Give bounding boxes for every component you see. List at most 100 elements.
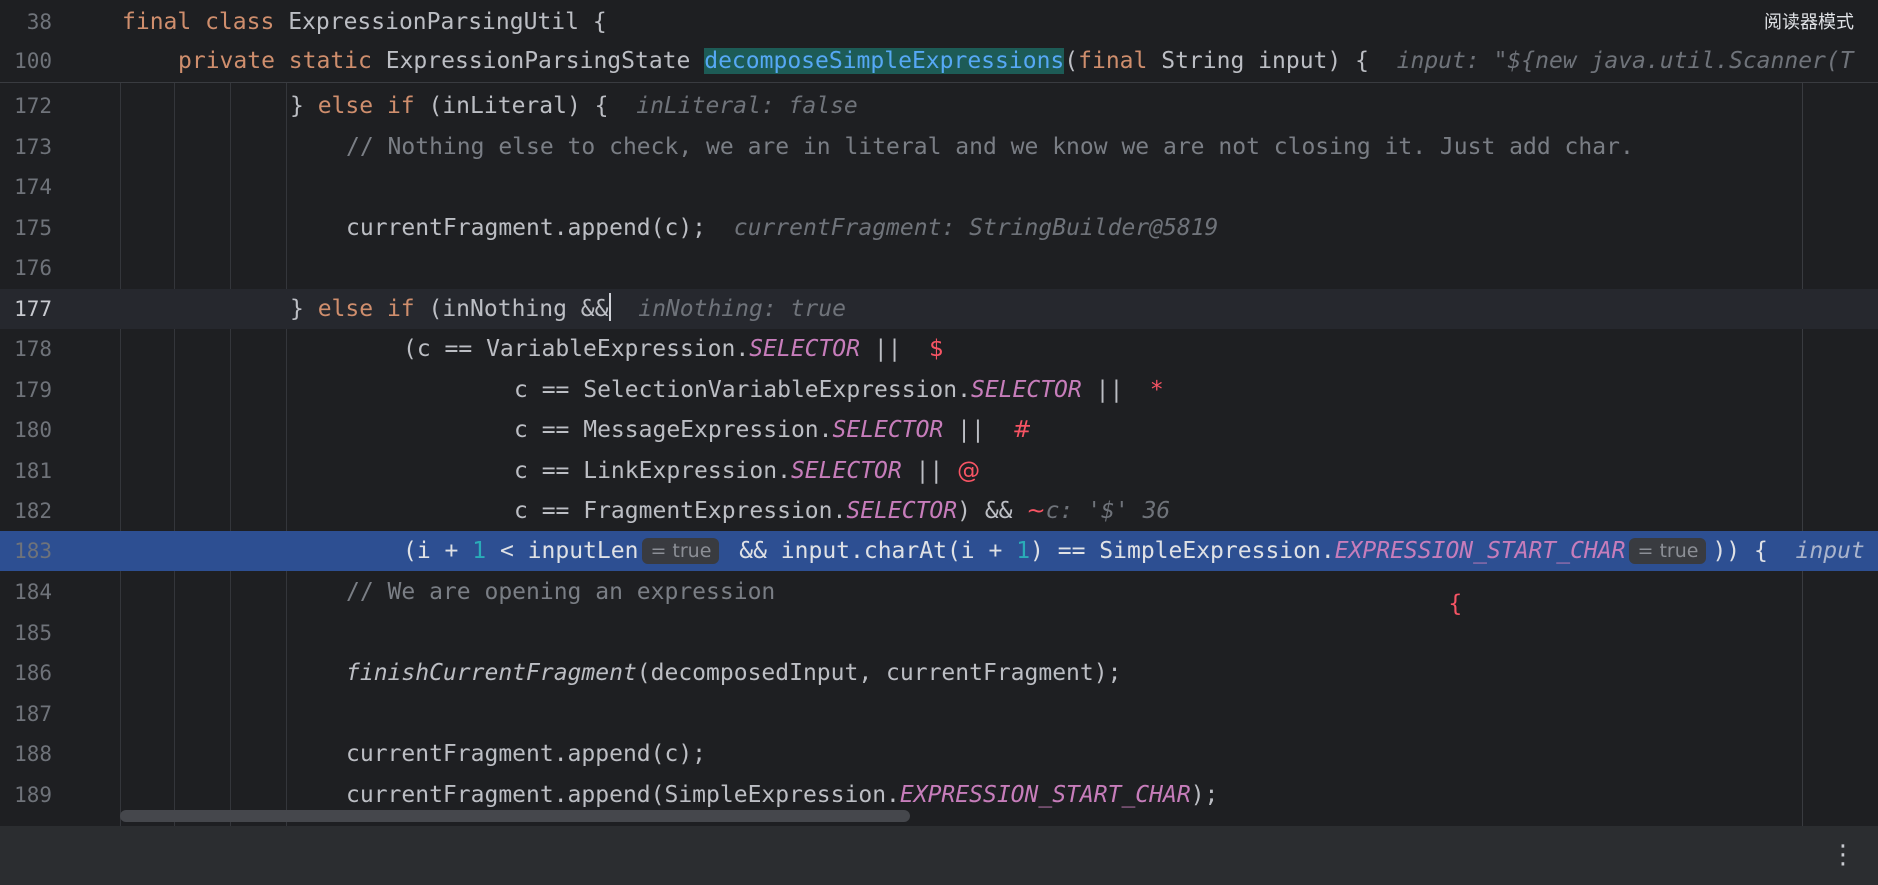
brace: )) { (1712, 538, 1768, 564)
line-number: 186 (14, 661, 52, 685)
line-number: 180 (14, 418, 52, 442)
line-number: 178 (14, 337, 52, 361)
operator: || (943, 417, 985, 443)
code-line-183-execution-point[interactable]: 183 (i + 1 < inputLen = true && input.cha… (0, 531, 1878, 571)
sticky-lines-header: 38 final class ExpressionParsingUtil { 1… (0, 0, 1878, 83)
line-number: 175 (14, 216, 52, 240)
code-line-173[interactable]: 173 // Nothing else to check, we are in … (0, 127, 1878, 167)
evaluated-value-chip: = true (1629, 538, 1707, 564)
code-line-177-current[interactable]: 177 } else if (inNothing && inNothing: t… (0, 289, 1878, 329)
line-number: 181 (14, 459, 52, 483)
expression: c == FragmentExpression. (514, 498, 847, 524)
inline-debug-value: currentFragment: StringBuilder@5819 (733, 215, 1219, 241)
code-line-181[interactable]: 181 c == LinkExpression.SELECTOR || @ (0, 451, 1878, 491)
code-line-188[interactable]: 188 currentFragment.append(c); (0, 734, 1878, 774)
inline-debug-value: input: "${new java.util.Scanner(T (1396, 48, 1854, 74)
expression: && input.charAt(i + (725, 538, 1017, 564)
line-number: 176 (14, 256, 52, 280)
line-number: 183 (14, 539, 52, 563)
expression: < inputLen (486, 538, 639, 564)
line-number: 187 (14, 702, 52, 726)
code-line-175[interactable]: 175 currentFragment.append(c); currentFr… (0, 208, 1878, 248)
line-number: 173 (14, 135, 52, 159)
statement-end: ); (1190, 782, 1219, 808)
statement: currentFragment.append(c); (346, 741, 707, 767)
brace: } (290, 93, 318, 119)
reader-mode-button[interactable]: 阅读器模式 (1764, 8, 1854, 34)
statement: currentFragment.append(c); (346, 215, 707, 241)
line-number: 182 (14, 499, 52, 523)
keyword: final (1078, 48, 1148, 74)
operator: || (1081, 377, 1124, 403)
static-field: SELECTOR (832, 417, 944, 443)
code-line-186[interactable]: 186 finishCurrentFragment(decomposedInpu… (0, 653, 1878, 693)
statement: currentFragment.append(SimpleExpression. (346, 782, 900, 808)
keyword: else if (317, 296, 415, 322)
inlay-symbol-dollar: $ (929, 336, 944, 362)
line-number: 100 (14, 49, 52, 73)
return-type: ExpressionParsingState (385, 48, 691, 74)
inlay-symbol-hash: # (1012, 417, 1032, 443)
line-number: 184 (14, 580, 52, 604)
condition: (inLiteral) { (414, 93, 609, 119)
inlay-symbol-asterisk: * (1151, 377, 1163, 403)
text-caret (608, 293, 611, 321)
line-number: 174 (14, 175, 52, 199)
code-line-185[interactable]: 185 (0, 613, 1878, 653)
static-field: EXPRESSION_START_CHAR (899, 782, 1191, 808)
code-line-189[interactable]: 189 currentFragment.append(SimpleExpress… (0, 775, 1878, 815)
class-name: ExpressionParsingUtil { (288, 9, 607, 35)
line-number: 188 (14, 742, 52, 766)
horizontal-scrollbar-thumb[interactable] (120, 810, 910, 822)
brace: } (290, 296, 318, 322)
number-literal: 1 (472, 538, 487, 564)
static-field: SELECTOR (790, 458, 902, 484)
code-line-182[interactable]: 182 c == FragmentExpression.SELECTOR) &&… (0, 491, 1878, 531)
static-field: EXPRESSION_START_CHAR (1334, 538, 1626, 564)
inlay-symbol-at: @ (957, 458, 981, 484)
sticky-line-38[interactable]: 38 final class ExpressionParsingUtil { (0, 2, 1878, 42)
params: String input) { (1147, 48, 1369, 74)
paren: ( (1064, 48, 1079, 74)
sticky-line-100[interactable]: 100 private static ExpressionParsingStat… (0, 41, 1878, 81)
condition: (inNothing && (414, 296, 609, 322)
code-editor[interactable]: 38 final class ExpressionParsingUtil { 1… (0, 0, 1878, 826)
more-options-icon[interactable]: ⋮ (1830, 840, 1856, 870)
code-line-172[interactable]: 172 } else if (inLiteral) { inLiteral: f… (0, 86, 1878, 126)
expression: c == LinkExpression. (514, 458, 791, 484)
number-literal: 1 (1016, 538, 1031, 564)
line-number: 189 (14, 783, 52, 807)
expression: (c == VariableExpression. (403, 336, 750, 362)
line-number: 172 (14, 94, 52, 118)
code-line-179[interactable]: 179 c == SelectionVariableExpression.SEL… (0, 370, 1878, 410)
evaluated-value-chip: = true (642, 538, 720, 564)
operator: ) && (957, 498, 1013, 524)
arguments: (decomposedInput, currentFragment); (636, 660, 1122, 686)
inlay-symbol-tilde: ~ (1026, 498, 1046, 524)
code-line-187[interactable]: 187 (0, 694, 1878, 734)
line-number: 179 (14, 378, 52, 402)
code-line-174[interactable]: 174 (0, 167, 1878, 207)
code-line-184[interactable]: 184 // We are opening an expression { (0, 572, 1878, 617)
line-number: 38 (26, 10, 52, 34)
inline-debug-value: inLiteral: false (636, 93, 858, 119)
static-field: SELECTOR (970, 377, 1082, 403)
comment: // Nothing else to check, we are in lite… (346, 134, 1634, 160)
method-name-highlight[interactable]: decomposeSimpleExpressions (704, 48, 1065, 74)
inline-debug-value: input (1795, 538, 1865, 564)
static-field: SELECTOR (846, 498, 958, 524)
keyword: final class (122, 9, 275, 35)
operator: || (859, 336, 902, 362)
code-line-178[interactable]: 178 (c == VariableExpression.SELECTOR ||… (0, 329, 1878, 369)
keyword: else if (317, 93, 415, 119)
operator: || (901, 458, 944, 484)
line-number: 177 (14, 297, 52, 321)
bottom-toolbar: ⋮ (0, 826, 1878, 885)
code-line-176[interactable]: 176 (0, 248, 1878, 288)
expression: ) == SimpleExpression. (1030, 538, 1335, 564)
code-line-180[interactable]: 180 c == MessageExpression.SELECTOR || # (0, 410, 1878, 450)
expression: (i + (403, 538, 473, 564)
expression: c == SelectionVariableExpression. (514, 377, 971, 403)
method-call: finishCurrentFragment (346, 660, 637, 686)
inline-debug-value: c: '$' 36 (1045, 498, 1171, 524)
